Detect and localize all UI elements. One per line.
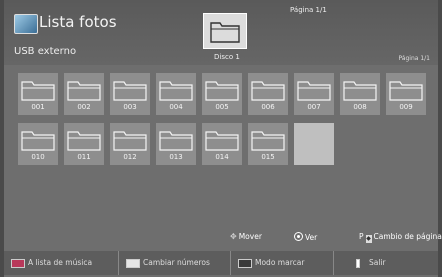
folder-icon: [113, 81, 147, 101]
function-buttons: A lista de música Cambiar números Modo m…: [4, 249, 438, 277]
folder-tile[interactable]: 014: [202, 123, 242, 165]
folder-grid: 001 002 003 004 005 006 007 008 009 010 011 012 013 0…: [18, 70, 438, 230]
current-folder-icon: [203, 13, 247, 49]
folder-label: 004: [169, 103, 183, 111]
change-numbers-button[interactable]: Cambiar números: [119, 251, 231, 275]
folder-icon: [67, 81, 101, 101]
move-label: Mover: [238, 232, 262, 241]
folder-icon: [389, 81, 423, 101]
folder-label: 014: [215, 153, 229, 161]
navigation-hints: ✥ Mover Ver P ◆ Cambio de página: [4, 226, 442, 248]
exit-key-icon: [356, 259, 360, 268]
folder-label: 003: [123, 103, 137, 111]
arrows-icon: ✥: [230, 232, 237, 241]
folder-icon: [113, 131, 147, 151]
page-key-icon: ◆: [365, 235, 372, 243]
folder-tile[interactable]: 007: [294, 73, 334, 115]
folder-label: 013: [169, 153, 183, 161]
folder-icon: [67, 131, 101, 151]
mark-mode-button[interactable]: Modo marcar: [231, 251, 334, 275]
page-change-label: Cambio de página: [373, 232, 442, 241]
mark-mode-label: Modo marcar: [255, 258, 305, 267]
folder-tile[interactable]: 003: [110, 73, 150, 115]
photo-list-icon: [14, 14, 38, 34]
folder-icon: [297, 81, 331, 101]
folder-icon: [21, 81, 55, 101]
folder-tile[interactable]: 015: [248, 123, 288, 165]
folder-icon: [343, 81, 377, 101]
folder-label: 006: [261, 103, 275, 111]
page-change-hint: P ◆ Cambio de página: [359, 232, 442, 243]
folder-tile[interactable]: 001: [18, 73, 58, 115]
folder-icon: [21, 131, 55, 151]
page-indicator-top: Página 1/1: [290, 6, 327, 14]
folder-label: 008: [353, 103, 367, 111]
folder-label: 007: [307, 103, 321, 111]
folder-icon: [159, 81, 193, 101]
music-list-label: A lista de música: [28, 258, 93, 267]
folder-label: 002: [77, 103, 91, 111]
folder-tile[interactable]: 006: [248, 73, 288, 115]
folder-tile[interactable]: 008: [340, 73, 380, 115]
folder-icon: [251, 131, 285, 151]
header: Lista fotos USB externo Disco 1 Página 1…: [4, 0, 438, 65]
exit-button[interactable]: Salir: [334, 251, 438, 275]
move-hint: ✥ Mover: [230, 232, 262, 241]
folder-tile[interactable]: 002: [64, 73, 104, 115]
music-list-button[interactable]: A lista de música: [4, 251, 119, 275]
dark-key-icon: [238, 259, 252, 268]
folder-label: 009: [399, 103, 413, 111]
change-numbers-label: Cambiar números: [143, 258, 210, 267]
folder-label: 001: [31, 103, 45, 111]
folder-icon: [159, 131, 193, 151]
folder-label: 011: [77, 153, 91, 161]
view-hint: Ver: [294, 232, 317, 242]
app-title: Lista fotos: [39, 13, 117, 31]
folder-label: 012: [123, 153, 137, 161]
folder-tile[interactable]: 012: [110, 123, 150, 165]
disk-label: Disco 1: [214, 53, 240, 61]
folder-tile[interactable]: 013: [156, 123, 196, 165]
page-indicator-right: Página 1/1: [398, 55, 430, 62]
folder-tile[interactable]: 005: [202, 73, 242, 115]
folder-tile[interactable]: 011: [64, 123, 104, 165]
page-change-key: P: [359, 232, 364, 241]
folder-label: 005: [215, 103, 229, 111]
empty-slot: [294, 123, 334, 165]
photo-list-screen: Lista fotos USB externo Disco 1 Página 1…: [4, 0, 442, 277]
red-key-icon: [11, 259, 25, 268]
ok-icon: [294, 232, 303, 241]
folder-label: 015: [261, 153, 275, 161]
exit-label: Salir: [369, 258, 386, 267]
source-label: USB externo: [14, 46, 77, 57]
folder-tile[interactable]: 004: [156, 73, 196, 115]
view-label: Ver: [305, 233, 318, 242]
folder-icon: [251, 81, 285, 101]
white-key-icon: [126, 259, 140, 268]
folder-label: 010: [31, 153, 45, 161]
folder-tile[interactable]: 010: [18, 123, 58, 165]
folder-icon: [205, 131, 239, 151]
folder-tile[interactable]: 009: [386, 73, 426, 115]
folder-icon: [205, 81, 239, 101]
